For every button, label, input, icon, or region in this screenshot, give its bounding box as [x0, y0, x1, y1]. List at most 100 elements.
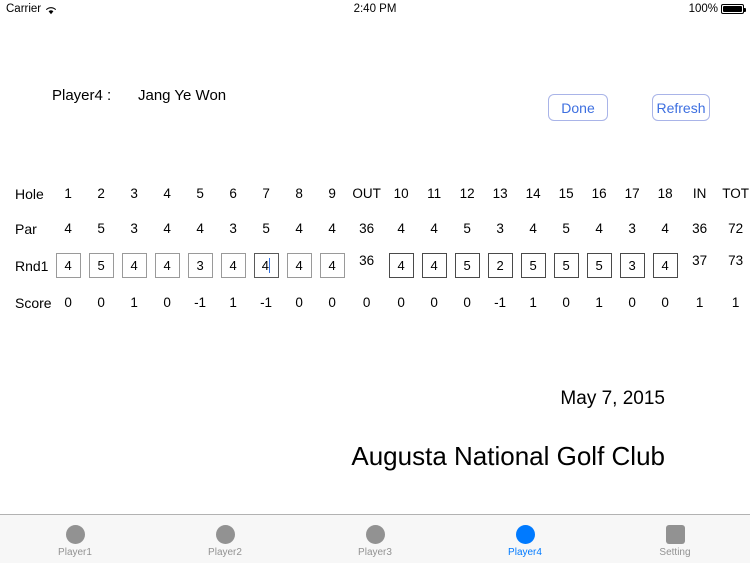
- round1-input-9[interactable]: 4: [316, 253, 349, 278]
- hole-header-13: 13: [492, 186, 508, 201]
- scorecard: Hole 1 2 3 4 5 6 7 8 9 OUT 10 11 12 13 14 15 16 17 18 IN TOT…: [0, 176, 750, 320]
- score-value-IN: 1: [695, 295, 704, 310]
- round1-input-4[interactable]: 4: [151, 253, 184, 278]
- score-value-15: 0: [562, 295, 570, 310]
- tab-player4[interactable]: Player4: [450, 515, 600, 563]
- status-bar-time: 2:40 PM: [353, 3, 397, 15]
- score-input-hole-1[interactable]: 4: [55, 253, 81, 278]
- score-input-hole-13[interactable]: 2: [487, 253, 513, 278]
- score-input-hole-6[interactable]: 4: [220, 253, 246, 278]
- tab-setting[interactable]: Setting: [600, 515, 750, 563]
- tab-player2[interactable]: Player2: [150, 515, 300, 563]
- hole-header-8: 8: [295, 186, 303, 201]
- round1-input-13[interactable]: 2: [484, 253, 517, 278]
- round-date: May 7, 2015: [560, 388, 665, 409]
- round1-input-11[interactable]: 4: [418, 253, 451, 278]
- par-value-16: 4: [595, 221, 603, 236]
- round1-input-5[interactable]: 3: [184, 253, 217, 278]
- refresh-button[interactable]: Refresh: [652, 94, 710, 121]
- par-value-15: 5: [562, 221, 570, 236]
- hole-header-18: 18: [657, 186, 673, 201]
- score-value-OUT: 0: [362, 295, 371, 310]
- round1-input-1[interactable]: 4: [52, 253, 85, 278]
- round1-input-12[interactable]: 5: [451, 253, 484, 278]
- score-value-16: 1: [595, 295, 603, 310]
- score-value-10: 0: [397, 295, 405, 310]
- score-input-hole-17[interactable]: 3: [619, 253, 645, 278]
- score-value-13: -1: [494, 295, 507, 310]
- score-value-11: 0: [430, 295, 438, 310]
- par-value-13: 3: [496, 221, 504, 236]
- round1-input-15[interactable]: 5: [550, 253, 583, 278]
- hole-header-10: 10: [393, 186, 409, 201]
- round1-input-2[interactable]: 5: [85, 253, 118, 278]
- par-value-11: 4: [430, 221, 438, 236]
- score-input-hole-14[interactable]: 5: [520, 253, 546, 278]
- round1-input-6[interactable]: 4: [217, 253, 250, 278]
- par-value-18: 4: [661, 221, 669, 236]
- round1-input-16[interactable]: 5: [583, 253, 616, 278]
- score-input-hole-15[interactable]: 5: [553, 253, 579, 278]
- score-input-hole-12[interactable]: 5: [454, 253, 480, 278]
- row-label-par: Par: [15, 220, 37, 237]
- battery-percent-label: 100%: [688, 3, 718, 15]
- round1-input-14[interactable]: 5: [517, 253, 550, 278]
- score-value-14: 1: [529, 295, 537, 310]
- tab-label-player2: Player2: [208, 546, 242, 558]
- score-value-5: -1: [194, 295, 207, 310]
- status-bar: Carrier 2:40 PM 100%: [0, 0, 750, 20]
- score-input-hole-11[interactable]: 4: [421, 253, 447, 278]
- circle-icon: [65, 524, 85, 544]
- round1-input-17[interactable]: 3: [616, 253, 649, 278]
- par-value-5: 4: [196, 221, 204, 236]
- score-input-hole-5[interactable]: 3: [187, 253, 213, 278]
- round1-input-10[interactable]: 4: [385, 253, 418, 278]
- score-value-7: -1: [260, 295, 273, 310]
- par-value-6: 3: [229, 221, 237, 236]
- hole-header-6: 6: [229, 186, 237, 201]
- score-input-hole-4[interactable]: 4: [154, 253, 180, 278]
- round1-input-3[interactable]: 4: [118, 253, 151, 278]
- score-input-hole-9[interactable]: 4: [319, 253, 345, 278]
- hole-header-2: 2: [97, 186, 105, 201]
- score-input-hole-3[interactable]: 4: [121, 253, 147, 278]
- score-input-hole-7[interactable]: 4: [253, 253, 279, 278]
- hole-header-4: 4: [163, 186, 171, 201]
- score-value-12: 0: [463, 295, 471, 310]
- course-name: Augusta National Golf Club: [351, 441, 665, 471]
- par-value-4: 4: [163, 221, 171, 236]
- hole-header-cells: 1 2 3 4 5 6 7 8 9 OUT 10 11 12 13 14 15 16 17 18 IN TOT: [52, 186, 750, 201]
- tab-player3[interactable]: Player3: [300, 515, 450, 563]
- score-input-hole-18[interactable]: 4: [652, 253, 678, 278]
- hole-header-5: 5: [196, 186, 204, 201]
- score-value-8: 0: [295, 295, 303, 310]
- par-cells: 4 5 3 4 4 3 5 4 4 36 4 4 5 3 4 5 4 3 4 36 72: [52, 221, 750, 236]
- round1-total-IN: 37: [692, 253, 708, 268]
- round1-input-7[interactable]: 4: [250, 253, 283, 278]
- round1-cells: 4 5 4 4 3 4 4 4 4 36 4 4 5 2 5 5 5 3 4 37 73: [52, 253, 750, 278]
- score-value-4: 0: [163, 295, 171, 310]
- circle-icon: [215, 524, 235, 544]
- score-input-hole-8[interactable]: 4: [286, 253, 312, 278]
- round1-input-18[interactable]: 4: [649, 253, 682, 278]
- done-button[interactable]: Done: [548, 94, 608, 121]
- score-value-TOT: 1: [731, 295, 740, 310]
- tab-player1[interactable]: Player1: [0, 515, 150, 563]
- round1-input-8[interactable]: 4: [283, 253, 316, 278]
- score-input-hole-16[interactable]: 5: [586, 253, 612, 278]
- table-row-par: Par 4 5 3 4 4 3 5 4 4 36 4 4 5 3 4 5 4 3 4 36 72: [0, 211, 750, 246]
- row-label-score: Score: [15, 294, 52, 311]
- score-input-hole-10[interactable]: 4: [388, 253, 414, 278]
- hole-header-1: 1: [64, 186, 72, 201]
- status-bar-right: 100%: [688, 3, 746, 15]
- round1-total-TOT: 73: [728, 253, 744, 268]
- circle-icon: [515, 524, 535, 544]
- par-value-1: 4: [64, 221, 72, 236]
- score-value-17: 0: [628, 295, 636, 310]
- tab-label-player3: Player3: [358, 546, 392, 558]
- score-input-hole-2[interactable]: 5: [88, 253, 114, 278]
- hole-header-7: 7: [262, 186, 270, 201]
- score-cells: 0 0 1 0 -1 1 -1 0 0 0 0 0 0 -1 1 0 1 0 0 1 1: [52, 295, 750, 310]
- player-name-value: Jang Ye Won: [138, 87, 227, 104]
- tab-label-player1: Player1: [58, 546, 92, 558]
